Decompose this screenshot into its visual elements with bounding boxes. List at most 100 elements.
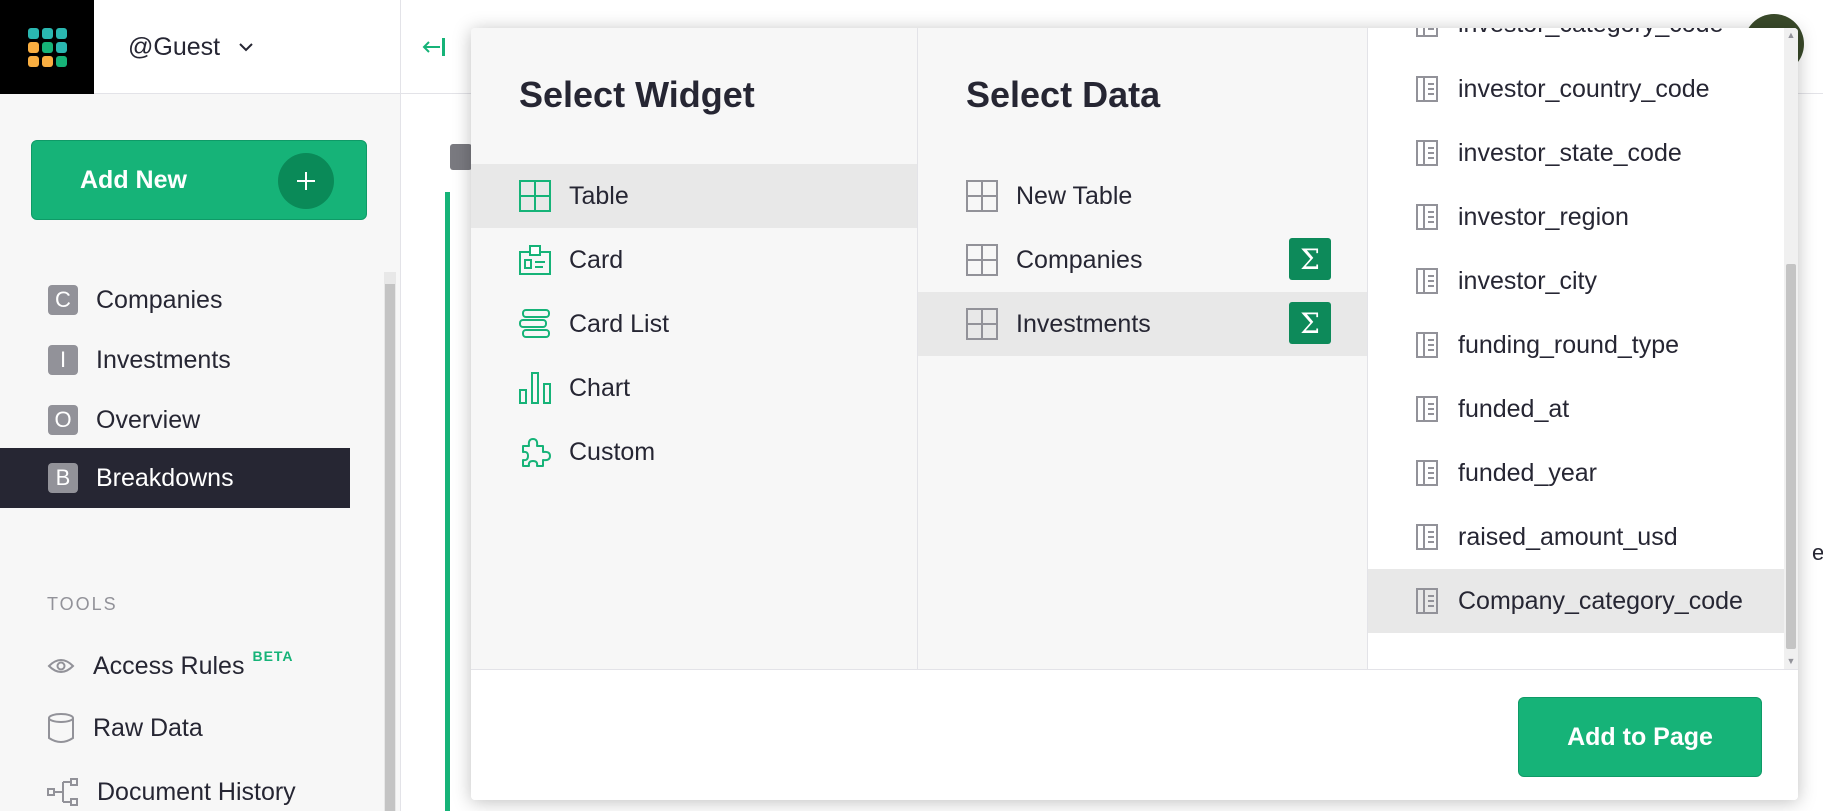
page-initial-badge: C [48, 285, 78, 315]
field-icon [1416, 28, 1438, 37]
widget-option-label: Card List [569, 309, 670, 338]
tool-raw-data[interactable]: Raw Data [47, 708, 203, 748]
data-picker: Select Data New Table Companies Σ Invest… [918, 28, 1368, 669]
widget-option-card[interactable]: Card [471, 228, 917, 292]
page-item-investments[interactable]: I Investments [0, 330, 350, 390]
field-label: investor_city [1458, 266, 1597, 295]
field-option[interactable]: funded_at [1368, 377, 1798, 441]
field-icon [1416, 332, 1438, 358]
scrollbar-thumb[interactable] [1786, 264, 1796, 649]
panel-divider [400, 0, 401, 811]
card-list-icon [519, 309, 550, 338]
left-panel: Add New C Companies I Investments O Over… [0, 94, 400, 811]
field-option[interactable]: funding_round_type [1368, 313, 1798, 377]
collapse-panel-icon[interactable] [418, 32, 448, 62]
summarize-button[interactable]: Σ [1289, 302, 1331, 344]
eye-icon [47, 659, 75, 673]
field-option[interactable]: investor_category_code [1368, 28, 1798, 56]
beta-badge: BETA [252, 648, 294, 664]
field-option-selected[interactable]: Company_category_code [1368, 569, 1798, 633]
org-name: @Guest [128, 32, 221, 61]
bg-clipped-text: e [1812, 540, 1823, 565]
add-widget-dialog: Select Widget Table Card Card List Chart… [471, 28, 1798, 800]
field-label: raised_amount_usd [1458, 522, 1678, 551]
puzzle-icon [522, 438, 551, 467]
widget-option-table[interactable]: Table [471, 164, 917, 228]
tools-heading: TOOLS [47, 594, 118, 614]
plus-icon [278, 153, 334, 209]
field-icon [1416, 460, 1438, 486]
field-option[interactable]: investor_country_code [1368, 57, 1798, 121]
table-icon [966, 244, 998, 276]
field-option[interactable]: investor_state_code [1368, 121, 1798, 185]
page-label: Companies [96, 285, 223, 314]
field-label: investor_state_code [1458, 138, 1682, 167]
tool-label: Access Rules [93, 651, 245, 680]
field-label: funded_year [1458, 458, 1598, 487]
scroll-up-arrow-icon[interactable]: ▲ [1786, 30, 1796, 40]
widget-option-custom[interactable]: Custom [471, 420, 917, 484]
add-to-page-button[interactable]: Add to Page [1518, 697, 1762, 777]
add-new-label: Add New [80, 165, 187, 194]
field-icon [1416, 524, 1438, 550]
field-label: investor_region [1458, 202, 1629, 231]
field-option[interactable]: investor_city [1368, 249, 1798, 313]
tool-document-history[interactable]: Document History [47, 772, 296, 811]
field-label: investor_category_code [1458, 28, 1723, 39]
bg-active-section-bar [445, 192, 450, 811]
table-icon [966, 180, 998, 212]
dialog-footer: Add to Page [471, 669, 1798, 800]
database-icon [48, 713, 74, 743]
grist-logo-icon [28, 28, 67, 67]
tool-access-rules[interactable]: Access Rules BETA [47, 646, 294, 686]
field-label: Company_category_code [1458, 586, 1743, 615]
summarize-button[interactable]: Σ [1289, 238, 1331, 280]
table-icon [519, 180, 551, 212]
data-option-label: Investments [1016, 309, 1151, 338]
widget-option-card-list[interactable]: Card List [471, 292, 917, 356]
bg-summary-icon [450, 144, 472, 170]
scroll-down-arrow-icon[interactable]: ▼ [1786, 656, 1796, 666]
summary-fields-picker: investor_category_code investor_country_… [1368, 28, 1798, 669]
data-option-investments[interactable]: Investments Σ [918, 292, 1367, 356]
page-item-breakdowns[interactable]: B Breakdowns [0, 448, 350, 508]
table-icon [966, 308, 998, 340]
field-icon [1416, 140, 1438, 166]
widget-option-label: Card [569, 245, 624, 274]
widget-option-chart[interactable]: Chart [471, 356, 917, 420]
field-option[interactable]: funded_year [1368, 441, 1798, 505]
widget-picker: Select Widget Table Card Card List Chart… [471, 28, 918, 669]
tool-label: Raw Data [93, 713, 203, 742]
data-option-companies[interactable]: Companies Σ [918, 228, 1367, 292]
chart-icon [519, 372, 551, 404]
add-new-button[interactable]: Add New [31, 140, 367, 220]
select-widget-title: Select Widget [519, 74, 755, 115]
data-option-label: Companies [1016, 245, 1143, 274]
page-item-companies[interactable]: C Companies [0, 270, 350, 330]
tool-label: Document History [97, 777, 296, 806]
history-tree-icon [47, 778, 78, 806]
page-initial-badge: I [48, 345, 78, 375]
org-menu[interactable]: @Guest [128, 30, 254, 64]
page-item-overview[interactable]: O Overview [0, 390, 350, 450]
chevron-down-icon [239, 43, 253, 52]
page-label: Investments [96, 345, 231, 374]
data-option-label: New Table [1016, 181, 1133, 210]
field-icon [1416, 396, 1438, 422]
page-label: Overview [96, 405, 201, 434]
field-icon [1416, 204, 1438, 230]
scrollbar-thumb[interactable] [385, 284, 395, 811]
pages-scrollbar[interactable] [384, 272, 396, 811]
widget-option-label: Table [569, 181, 629, 210]
page-label: Breakdowns [96, 463, 234, 492]
fields-scrollbar[interactable]: ▲ ▼ [1784, 28, 1798, 669]
field-label: funded_at [1458, 394, 1570, 423]
field-icon [1416, 588, 1438, 614]
app-logo[interactable] [0, 0, 94, 94]
field-option[interactable]: investor_region [1368, 185, 1798, 249]
page-initial-badge: B [48, 463, 78, 493]
field-option[interactable]: raised_amount_usd [1368, 505, 1798, 569]
select-data-title: Select Data [966, 74, 1161, 115]
field-icon [1416, 76, 1438, 102]
data-option-new-table[interactable]: New Table [918, 164, 1367, 228]
